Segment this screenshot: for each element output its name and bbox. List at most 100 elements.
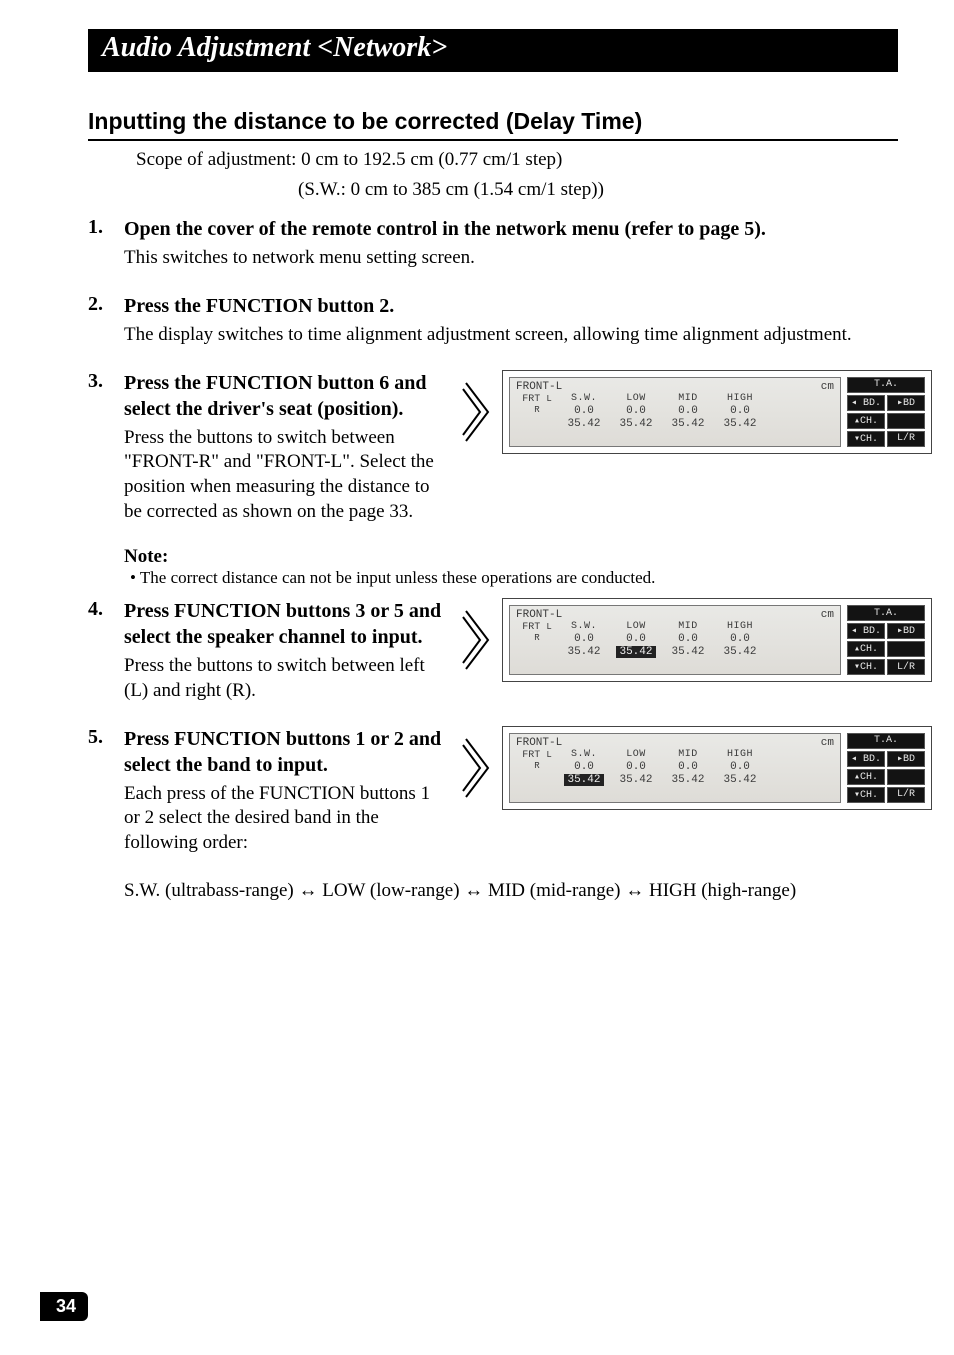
- lcd5-r-low: 35.42: [610, 774, 662, 786]
- lcd3-l-low: 0.0: [610, 405, 662, 417]
- caret-right-icon: [462, 381, 492, 443]
- lcd-frt-l-5: L: [546, 750, 551, 760]
- step-4: 4. Press FUNCTION buttons 3 or 5 and sel…: [88, 598, 894, 717]
- side-ch-up: ▴CH.: [847, 413, 885, 429]
- page-number: 34: [40, 1292, 88, 1321]
- lcd-frt-r-5: R: [534, 761, 539, 771]
- section-heading: Inputting the distance to be corrected (…: [88, 108, 898, 141]
- note-block: Note: • The correct distance can not be …: [124, 546, 894, 588]
- step-4-number: 4.: [88, 598, 124, 717]
- lcd-unit: cm: [821, 381, 834, 393]
- lcd-col-low: LOW: [610, 393, 662, 404]
- step-2-desc: The display switches to time alignment a…: [124, 323, 894, 348]
- side-bd-left-4: ◂ BD.: [847, 623, 885, 639]
- page-title: Audio Adjustment <Network>: [102, 32, 447, 63]
- lcd-side-3: T.A. ◂ BD. ▸BD ▴CH. ▾CH. L/R: [847, 377, 925, 447]
- lcd-title-5: FRONT-L: [516, 737, 562, 749]
- step-3-number: 3.: [88, 370, 124, 539]
- step-5: 5. Press FUNCTION buttons 1 or 2 and sel…: [88, 726, 894, 870]
- side-ch-down-4: ▾CH.: [847, 659, 885, 675]
- side-ta: T.A.: [847, 377, 925, 393]
- scope-line-1: Scope of adjustment: 0 cm to 192.5 cm (0…: [136, 147, 894, 173]
- step-3-title: Press the FUNCTION button 6 and select t…: [124, 370, 444, 422]
- lcd-frt-l-4: L: [546, 622, 551, 632]
- lcd5-r-high: 35.42: [714, 774, 766, 786]
- lcd-frt-r: R: [534, 405, 539, 415]
- lcd-title: FRONT-L: [516, 381, 562, 393]
- lcd4-col-high: HIGH: [714, 621, 766, 632]
- step-2-number: 2.: [88, 293, 124, 362]
- lcd4-col-sw: S.W.: [558, 621, 610, 632]
- step-1: 1. Open the cover of the remote control …: [88, 216, 894, 285]
- lcd-frt-4: FRT: [522, 622, 540, 633]
- side-ch-up-5: ▴CH.: [847, 769, 885, 785]
- lcd4-r-high: 35.42: [714, 646, 766, 658]
- lcd4-l-low: 0.0: [610, 633, 662, 645]
- lcd3-r-high: 35.42: [714, 418, 766, 430]
- lcd4-col-low: LOW: [610, 621, 662, 632]
- step-4-title: Press FUNCTION buttons 3 or 5 and select…: [124, 598, 444, 650]
- lcd3-l-high: 0.0: [714, 405, 766, 417]
- lcd4-l-sw: 0.0: [558, 633, 610, 645]
- side-blank-5: [887, 769, 925, 785]
- lcd4-r-low-hl: 35.42: [616, 646, 656, 658]
- lcd-illustration-5: FRONT-L cm FRT LR S.W. LOW MID: [462, 726, 932, 810]
- side-ch-down: ▾CH.: [847, 431, 885, 447]
- lcd-col-high: HIGH: [714, 393, 766, 404]
- lcd-side-5: T.A. ◂ BD. ▸BD ▴CH. ▾CH. L/R: [847, 733, 925, 803]
- side-ta-4: T.A.: [847, 605, 925, 621]
- lcd5-l-mid: 0.0: [662, 761, 714, 773]
- side-bd-left-5: ◂ BD.: [847, 751, 885, 767]
- lcd4-r-mid: 35.42: [662, 646, 714, 658]
- note-text: • The correct distance can not be input …: [130, 568, 894, 588]
- lcd3-r-sw: 35.42: [558, 418, 610, 430]
- lcd5-col-mid: MID: [662, 749, 714, 760]
- step-4-desc: Press the buttons to switch between left…: [124, 654, 444, 703]
- lcd3-r-low: 35.42: [610, 418, 662, 430]
- side-bd-right-5: ▸BD: [887, 751, 925, 767]
- lcd5-col-sw: S.W.: [558, 749, 610, 760]
- lcd5-col-high: HIGH: [714, 749, 766, 760]
- step-2: 2. Press the FUNCTION button 2. The disp…: [88, 293, 894, 362]
- lcd-frt-l: L: [546, 394, 551, 404]
- side-blank1: [887, 413, 925, 429]
- lcd-col-sw: S.W.: [558, 393, 610, 404]
- side-blank-4: [887, 641, 925, 657]
- side-ch-down-5: ▾CH.: [847, 787, 885, 803]
- side-lr: L/R: [887, 431, 925, 447]
- band-order-line: S.W. (ultrabass-range) ↔ LOW (low-range)…: [124, 878, 894, 904]
- step-5-title: Press FUNCTION buttons 1 or 2 and select…: [124, 726, 444, 778]
- caret-right-icon: [462, 609, 492, 671]
- lcd4-col-mid: MID: [662, 621, 714, 632]
- lcd4-l-mid: 0.0: [662, 633, 714, 645]
- lcd5-r-mid: 35.42: [662, 774, 714, 786]
- step-5-desc: Each press of the FUNCTION buttons 1 or …: [124, 782, 444, 856]
- lcd-illustration-3: FRONT-L cm FRT LR S.W. LOW MID: [462, 370, 932, 454]
- lcd4-r-sw: 35.42: [558, 646, 610, 658]
- side-ch-up-4: ▴CH.: [847, 641, 885, 657]
- side-ta-5: T.A.: [847, 733, 925, 749]
- scope-line-2: (S.W.: 0 cm to 385 cm (1.54 cm/1 step)): [298, 177, 894, 203]
- lcd-main-5: FRONT-L cm FRT LR S.W. LOW MID: [509, 733, 841, 803]
- step-2-title: Press the FUNCTION button 2.: [124, 293, 894, 319]
- lcd4-l-high: 0.0: [714, 633, 766, 645]
- lcd5-l-sw: 0.0: [558, 761, 610, 773]
- lcd5-col-low: LOW: [610, 749, 662, 760]
- step-1-title: Open the cover of the remote control in …: [124, 216, 894, 242]
- lcd-unit-4: cm: [821, 609, 834, 621]
- note-label: Note:: [124, 546, 894, 568]
- step-1-number: 1.: [88, 216, 124, 285]
- lcd-col-mid: MID: [662, 393, 714, 404]
- lcd-main-3: FRONT-L cm FRT LR S.W. LOW MID: [509, 377, 841, 447]
- lcd5-r-sw-hl: 35.42: [564, 774, 604, 786]
- caret-right-icon: [462, 737, 492, 799]
- step-1-desc: This switches to network menu setting sc…: [124, 246, 894, 271]
- lcd-frt-r-4: R: [534, 633, 539, 643]
- side-bd-left: ◂ BD.: [847, 395, 885, 411]
- side-bd-right-4: ▸BD: [887, 623, 925, 639]
- lcd-illustration-4: FRONT-L cm FRT LR S.W. LOW MID: [462, 598, 932, 682]
- lcd-side-4: T.A. ◂ BD. ▸BD ▴CH. ▾CH. L/R: [847, 605, 925, 675]
- side-lr-5: L/R: [887, 787, 925, 803]
- side-bd-right: ▸BD: [887, 395, 925, 411]
- lcd-main-4: FRONT-L cm FRT LR S.W. LOW MID: [509, 605, 841, 675]
